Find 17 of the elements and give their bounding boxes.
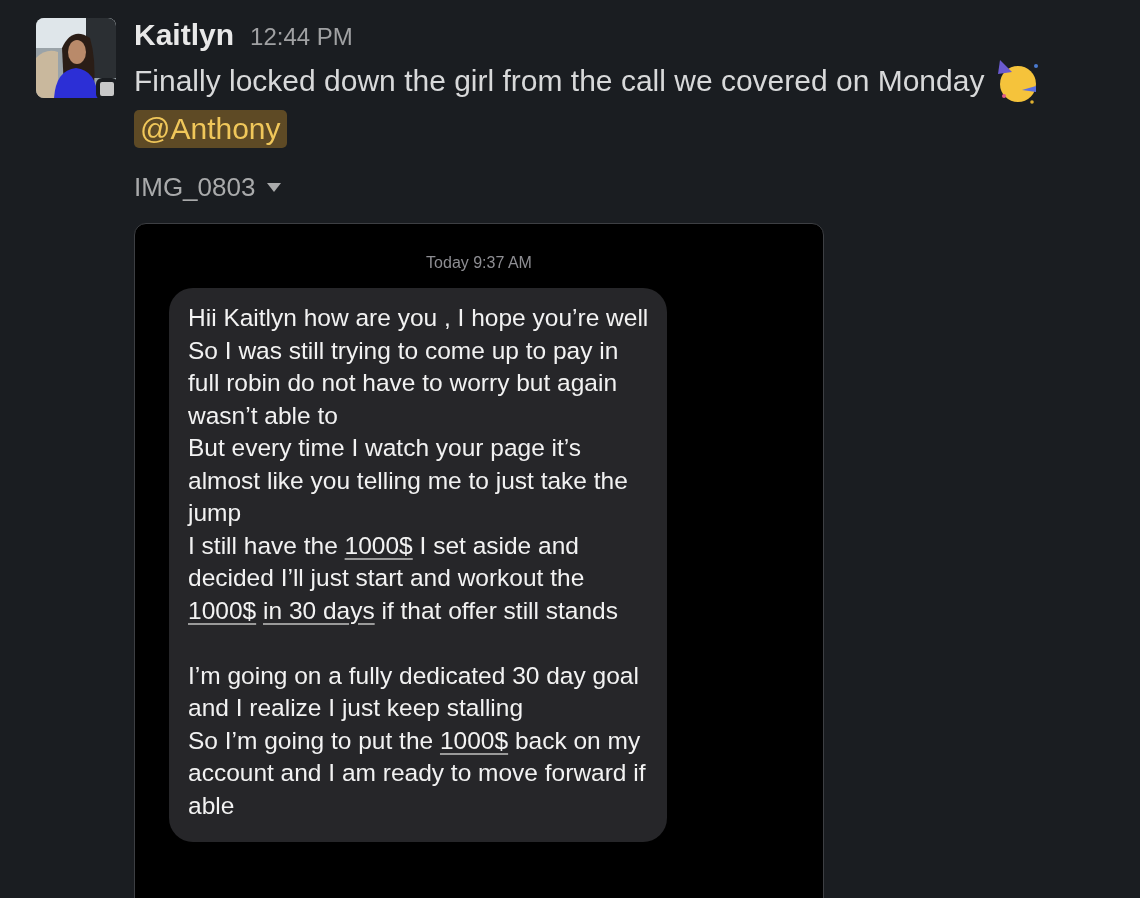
screenshot-card[interactable] — [134, 223, 824, 898]
message-paragraph: I still have the 1000$ I set aside and decided I’ll just start and workout the 1000$ in 30 days if that offer still stands — [188, 530, 619, 626]
detected-link[interactable]: in 30 days — [263, 596, 375, 624]
message-paragraph: But every time I watch your page it’s almost like you telling me to just take the jump — [188, 433, 629, 528]
message-text: Finally locked down the girl from the call we covered on Monday — [134, 64, 985, 98]
caret-icon[interactable] — [267, 182, 282, 193]
author-name[interactable]: Kaitlyn — [134, 18, 235, 52]
attachment-name[interactable]: IMG_0803 — [134, 172, 256, 203]
message-timestamp: Today 9:37 AM — [426, 254, 532, 272]
message-paragraph: So I’m going to put the 1000$ back on my account and I am ready to move forward if able — [188, 725, 647, 821]
message-paragraph: Hii Kaitlyn how are you , I hope you’re well — [188, 303, 649, 333]
timestamp[interactable]: 12:44 PM — [250, 23, 353, 51]
detected-link[interactable]: 1000$ — [439, 726, 509, 754]
detected-link[interactable]: 1000$ — [344, 531, 413, 559]
user-mention[interactable]: @Anthony — [134, 110, 287, 148]
detected-link[interactable]: 1000$ — [188, 596, 257, 624]
message-paragraph: So I was still trying to come up to pay in full robin do not have to worry but again wasn’t able to — [188, 335, 620, 431]
